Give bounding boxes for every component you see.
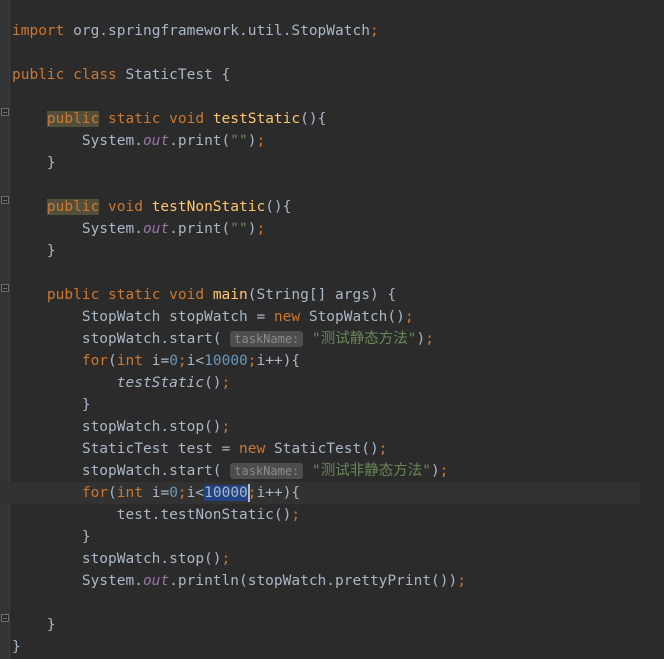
line: stopWatch.stop(); xyxy=(12,551,230,567)
editor-gutter xyxy=(0,0,10,659)
line: } xyxy=(12,617,56,633)
line: StopWatch stopWatch = new StopWatch(); xyxy=(12,309,414,325)
line: test.testNonStatic(); xyxy=(12,507,300,523)
line: stopWatch.stop(); xyxy=(12,419,230,435)
line: } xyxy=(12,155,56,171)
fold-icon[interactable] xyxy=(1,196,9,204)
line: public static void main(String[] args) { xyxy=(12,287,396,303)
line-current: for(int i=0;i<10000;i++){ xyxy=(0,482,640,504)
parameter-hint: taskName: xyxy=(230,463,303,479)
line: StaticTest test = new StaticTest(); xyxy=(12,441,387,457)
line: } xyxy=(12,397,91,413)
line: stopWatch.start( taskName: "测试非静态方法"); xyxy=(12,463,448,479)
line: System.out.print(""); xyxy=(12,133,265,149)
line: System.out.println(stopWatch.prettyPrint… xyxy=(12,573,466,589)
line: public class StaticTest { xyxy=(12,67,230,83)
line: public void testNonStatic(){ xyxy=(12,199,291,215)
parameter-hint: taskName: xyxy=(230,331,303,347)
line: stopWatch.start( taskName: "测试静态方法"); xyxy=(12,331,434,347)
line: for(int i=0;i<10000;i++){ xyxy=(12,353,300,369)
line: import org.springframework.util.StopWatc… xyxy=(12,23,379,39)
line: testStatic(); xyxy=(12,375,230,391)
line: System.out.print(""); xyxy=(12,221,265,237)
line: public static void testStatic(){ xyxy=(12,111,326,127)
fold-icon[interactable] xyxy=(1,614,9,622)
line: } xyxy=(12,243,56,259)
code-editor[interactable]: import org.springframework.util.StopWatc… xyxy=(0,0,664,658)
fold-icon[interactable] xyxy=(1,284,9,292)
fold-icon[interactable] xyxy=(1,108,9,116)
line: } xyxy=(12,639,21,655)
text-caret xyxy=(248,484,250,502)
line: } xyxy=(12,529,91,545)
